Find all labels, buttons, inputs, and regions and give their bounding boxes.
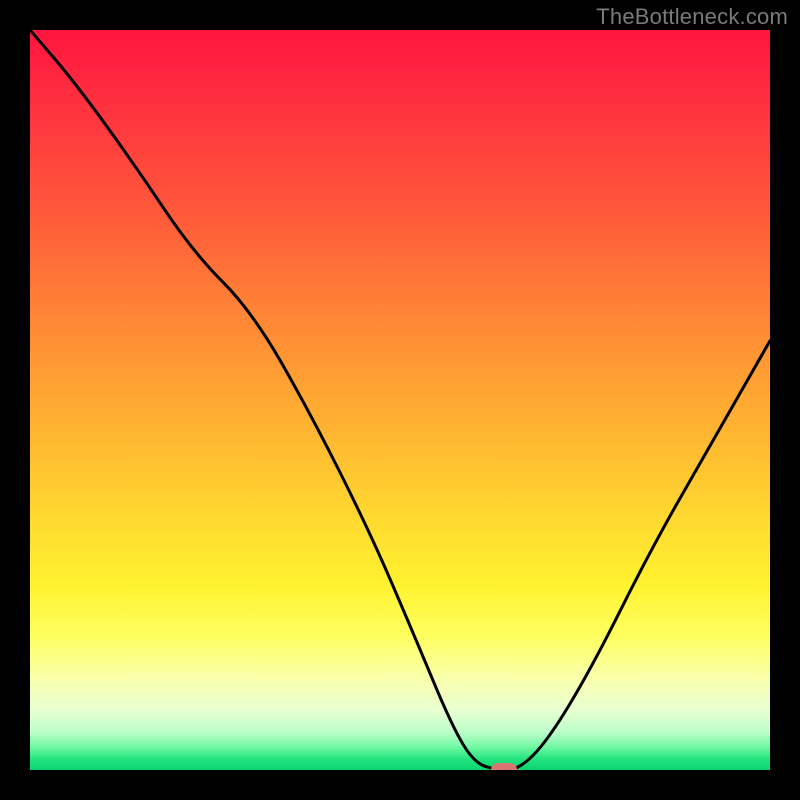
chart-container: TheBottleneck.com bbox=[0, 0, 800, 800]
bottleneck-curve-path bbox=[30, 30, 770, 770]
curve-svg bbox=[30, 30, 770, 770]
plot-area bbox=[30, 30, 770, 770]
optimal-point-marker bbox=[491, 763, 517, 770]
watermark-text: TheBottleneck.com bbox=[596, 4, 788, 30]
